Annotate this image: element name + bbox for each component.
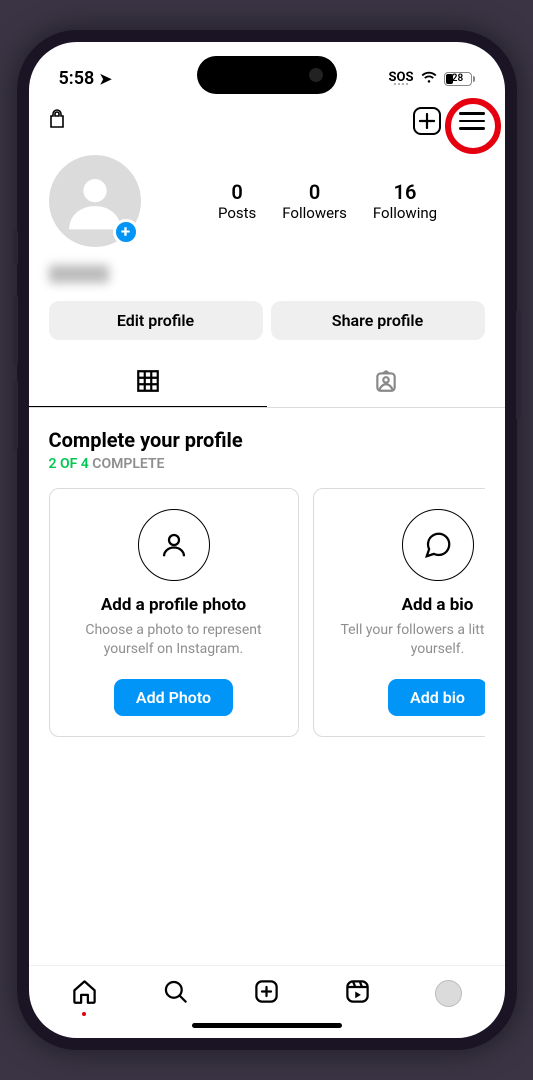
side-button (13, 230, 18, 265)
lock-icon (49, 109, 65, 134)
search-icon (162, 978, 189, 1005)
complete-title: Complete your profile (49, 428, 485, 452)
home-indicator[interactable] (192, 1023, 342, 1028)
home-icon (71, 978, 98, 1005)
tab-grid[interactable] (29, 356, 267, 407)
nav-create[interactable] (253, 978, 280, 1009)
complete-cards[interactable]: Add a profile photo Choose a photo to re… (49, 488, 485, 737)
card-title: Add a bio (402, 595, 474, 615)
dynamic-island (197, 56, 337, 94)
card-title: Add a profile photo (101, 595, 246, 615)
profile-header (29, 97, 505, 145)
volume-up-button (13, 295, 18, 365)
volume-down-button (13, 380, 18, 450)
action-buttons: Edit profile Share profile (29, 287, 505, 350)
plus-square-icon (413, 107, 441, 135)
location-icon: ➤ (99, 70, 112, 88)
profile-photo-icon (138, 509, 210, 581)
card-add-photo: Add a profile photo Choose a photo to re… (49, 488, 299, 737)
stat-following[interactable]: 16 Following (373, 180, 437, 222)
menu-button[interactable] (459, 112, 485, 130)
profile-info: + 0 Posts 0 Followers 16 Following (29, 145, 505, 257)
status-time: 5:58 (59, 68, 95, 89)
nav-home[interactable] (71, 978, 98, 1009)
card-desc: Tell your followers a little about yours… (328, 621, 485, 659)
create-post-button[interactable] (413, 107, 441, 135)
stats-row: 0 Posts 0 Followers 16 Following (171, 180, 485, 222)
tab-tagged[interactable] (267, 356, 505, 407)
tagged-icon (373, 368, 399, 394)
reels-icon (344, 978, 371, 1005)
nav-reels[interactable] (344, 978, 371, 1009)
complete-progress: 2 OF 4 COMPLETE (49, 456, 485, 472)
screen: 5:58 ➤ SOS 28 (29, 42, 505, 1038)
phone-frame: 5:58 ➤ SOS 28 (17, 30, 517, 1050)
stat-posts[interactable]: 0 Posts (218, 180, 256, 222)
edit-profile-button[interactable]: Edit profile (49, 301, 263, 340)
card-add-bio: Add a bio Tell your followers a little a… (313, 488, 485, 737)
nav-search[interactable] (162, 978, 189, 1009)
profile-tabs (29, 356, 505, 408)
add-photo-button[interactable]: Add Photo (114, 679, 233, 716)
sos-indicator: SOS (389, 72, 414, 86)
battery-indicator: 28 (444, 72, 475, 86)
share-profile-button[interactable]: Share profile (271, 301, 485, 340)
card-desc: Choose a photo to represent yourself on … (64, 621, 284, 659)
bottom-nav (29, 965, 505, 1017)
power-button (516, 310, 521, 420)
nav-profile[interactable] (435, 980, 462, 1007)
chat-icon (402, 509, 474, 581)
complete-profile-section: Complete your profile 2 OF 4 COMPLETE Ad… (29, 408, 505, 757)
avatar-icon (435, 980, 462, 1007)
avatar[interactable]: + (49, 155, 141, 247)
display-name (49, 265, 109, 283)
add-bio-button[interactable]: Add bio (388, 679, 484, 716)
hamburger-icon (459, 112, 485, 130)
add-story-icon: + (113, 219, 139, 245)
grid-icon (135, 368, 161, 394)
wifi-icon (420, 70, 438, 88)
notification-dot (82, 1012, 86, 1016)
stat-followers[interactable]: 0 Followers (282, 180, 347, 222)
plus-square-icon (253, 978, 280, 1005)
